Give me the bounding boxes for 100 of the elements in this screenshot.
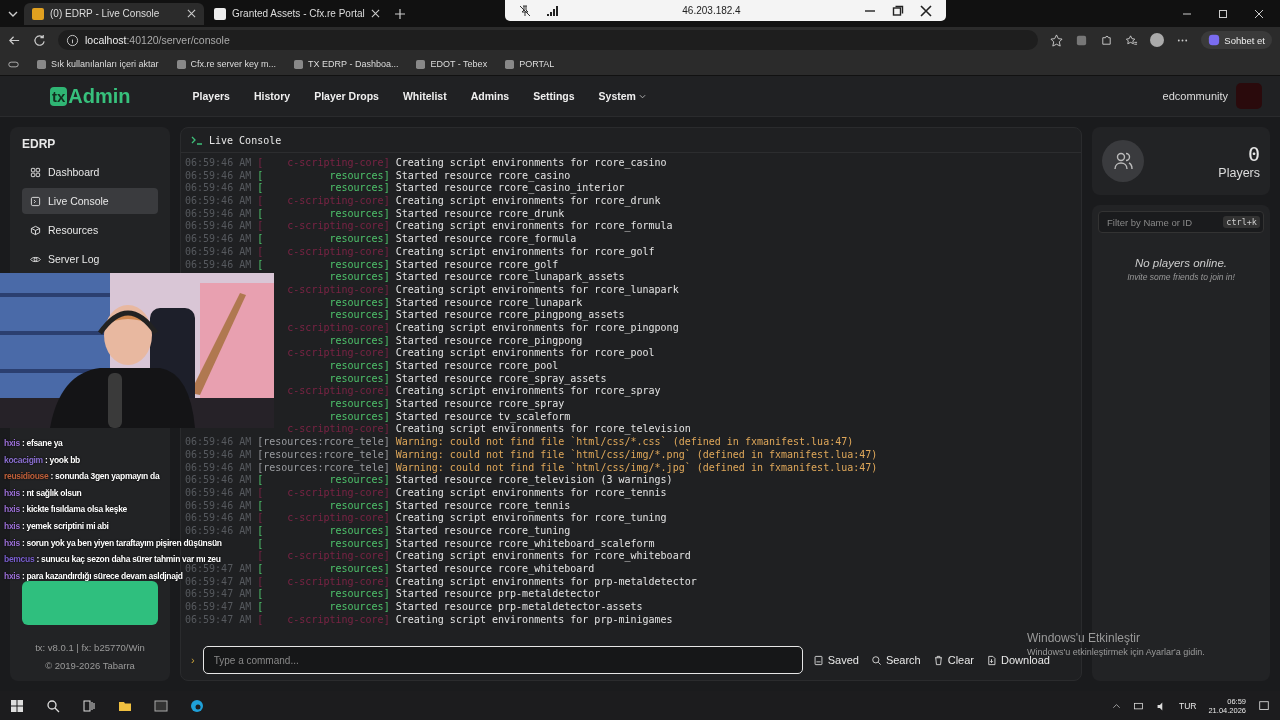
log-source: c-scripting-core] xyxy=(286,385,390,399)
notification-icon[interactable] xyxy=(1258,700,1270,712)
log-source: [ c-scripting-core] xyxy=(257,613,390,627)
console-action-button[interactable]: Search xyxy=(868,654,923,666)
log-message: Creating script environments for rcore_pingpong xyxy=(395,321,679,335)
log-source: [resources:rcore_tele] xyxy=(257,461,390,475)
pin-icon[interactable] xyxy=(519,4,531,17)
browser-tab[interactable]: (0) EDRP - Live Console xyxy=(24,2,204,25)
nav-link[interactable]: Players xyxy=(192,90,230,102)
search-icon[interactable] xyxy=(46,699,60,713)
bookmark-link[interactable]: TX EDRP - Dashboa... xyxy=(308,59,399,69)
terminal-icon[interactable] xyxy=(154,699,168,713)
log-message: Started resource rcore_whiteboard xyxy=(395,563,595,576)
nav-link[interactable]: Settings xyxy=(533,90,575,102)
log-source: resources] xyxy=(328,271,390,284)
address-bar[interactable]: localhost:40120/server/console xyxy=(58,30,1039,50)
log-message: Started resource rcore_television (3 warnings) xyxy=(395,474,673,487)
log-source: [ c-scripting-core] xyxy=(257,512,390,525)
cube-icon xyxy=(30,224,41,236)
extension-icon[interactable] xyxy=(1075,33,1089,47)
log-message: Creating script environments for rcore_tennis xyxy=(395,486,667,500)
sidebar-item[interactable]: Dashboard xyxy=(22,159,158,185)
chat-username: hxis xyxy=(4,504,20,515)
log-message: Started resource rcore_spray_assets xyxy=(395,372,607,386)
log-time: 06:59:46 AM xyxy=(185,258,252,272)
windows-icon[interactable] xyxy=(10,699,24,713)
log-message: Started resource rcore_whiteboard_scaleform xyxy=(395,537,655,551)
console-action-button[interactable]: Saved xyxy=(810,654,861,666)
reload-icon[interactable] xyxy=(33,33,46,47)
log-source: [ resources] xyxy=(257,233,390,246)
watermark-hint: Windows'u etkinleştirmek için Ayarlar'a gidin. xyxy=(1027,647,1205,657)
log-time: 06:59:46 AM xyxy=(185,436,252,449)
favorites-icon[interactable] xyxy=(1125,33,1139,47)
command-input[interactable]: Type a command... xyxy=(202,646,803,674)
chat-message: hxis : yemek scriptini mi abi xyxy=(4,519,109,533)
log-message: Started resource rcore_lunapark_assets xyxy=(395,271,625,284)
log-source: resources] xyxy=(328,360,390,373)
bookmark-link[interactable]: Sık kullanılanları içeri aktar xyxy=(51,59,159,69)
chat-username: reusidiouse xyxy=(4,471,49,482)
nav-link[interactable]: Player Drops xyxy=(314,90,379,102)
trash-icon xyxy=(932,654,944,666)
folder-icon[interactable] xyxy=(118,699,132,713)
chat-message: kocacigim : yook bb xyxy=(4,453,80,467)
sidebar-item[interactable]: Resources xyxy=(22,217,158,243)
restore-icon[interactable] xyxy=(892,4,904,17)
profile-avatar[interactable] xyxy=(1150,33,1165,47)
console-action-button[interactable]: Clear xyxy=(930,654,977,666)
log-source: c-scripting-core] xyxy=(286,347,390,360)
maximize-icon[interactable] xyxy=(1218,8,1228,19)
download-icon xyxy=(986,654,998,666)
browser-tab[interactable]: Granted Assets - Cfx.re Portal xyxy=(206,2,386,25)
chat-message: hxis : efsane ya xyxy=(4,437,63,450)
log-message: Warning: could not find file `html/css/img/*.jpg` (defined in fxmanifest.lua:47) xyxy=(395,461,878,475)
terminal-icon xyxy=(191,135,203,145)
console-action-button[interactable]: Download xyxy=(984,654,1052,666)
info-icon xyxy=(66,33,79,47)
nav-menu[interactable]: System xyxy=(598,90,646,102)
log-source: [ resources] xyxy=(257,499,390,513)
sidebar-item[interactable]: Live Console xyxy=(22,188,158,214)
bookmark-link[interactable]: EDOT - Tebex xyxy=(430,59,488,69)
star-icon[interactable] xyxy=(1050,33,1064,47)
log-source: resources] xyxy=(328,334,390,348)
sidebar-item[interactable]: Server Log xyxy=(22,246,158,272)
log-message: Creating script environments for rcore_formula xyxy=(395,220,673,234)
nav-link[interactable]: Whitelist xyxy=(402,90,447,102)
server-name: EDRP xyxy=(22,137,57,151)
log-source: c-scripting-core] xyxy=(286,423,390,437)
copilot-icon xyxy=(1208,34,1221,46)
log-time: 06:59:47 AM xyxy=(185,613,252,627)
log-source: [ resources] xyxy=(257,524,390,538)
log-message: Creating script environments for rcore_drunk xyxy=(395,195,661,208)
log-time: 06:59:46 AM xyxy=(185,512,252,525)
close-icon[interactable] xyxy=(920,4,932,17)
favicon-icon xyxy=(214,7,226,20)
app-logo[interactable]: tx Admin xyxy=(50,84,131,108)
log-time: 06:59:47 AM xyxy=(185,575,252,589)
language-indicator[interactable]: TUR xyxy=(1178,701,1197,711)
log-time: 06:59:47 AM xyxy=(185,563,252,576)
browser-icon[interactable] xyxy=(190,699,204,713)
log-source: resources] xyxy=(328,398,390,411)
log-source: [resources:rcore_tele] xyxy=(257,436,390,449)
chat-username: hxis xyxy=(4,487,20,498)
bookmark-link[interactable]: PORTAL xyxy=(519,59,555,69)
log-message: Creating script environments for rcore_casino xyxy=(395,157,667,170)
prompt-icon: › xyxy=(191,654,195,666)
new-tab-icon[interactable] xyxy=(394,7,406,20)
log-message: Started resource rcore_tennis xyxy=(395,499,571,513)
nav-link[interactable]: History xyxy=(253,90,291,102)
search-icon xyxy=(870,654,882,666)
bookmark-link[interactable]: Cfx.re server key m... xyxy=(190,59,277,69)
log-time: 06:59:46 AM xyxy=(185,157,252,170)
username[interactable]: edcommunity xyxy=(1162,90,1228,102)
chevron-up-icon[interactable] xyxy=(1111,701,1121,711)
log-source: [ resources] xyxy=(257,258,390,272)
log-source: [ c-scripting-core] xyxy=(257,220,390,234)
log-source: [ resources] xyxy=(257,563,390,576)
chat-button[interactable]: Sohbet et xyxy=(1201,31,1272,49)
nav-link[interactable]: Admins xyxy=(470,90,510,102)
log-time: 06:59:46 AM xyxy=(185,195,252,208)
task-view-icon[interactable] xyxy=(82,699,96,713)
